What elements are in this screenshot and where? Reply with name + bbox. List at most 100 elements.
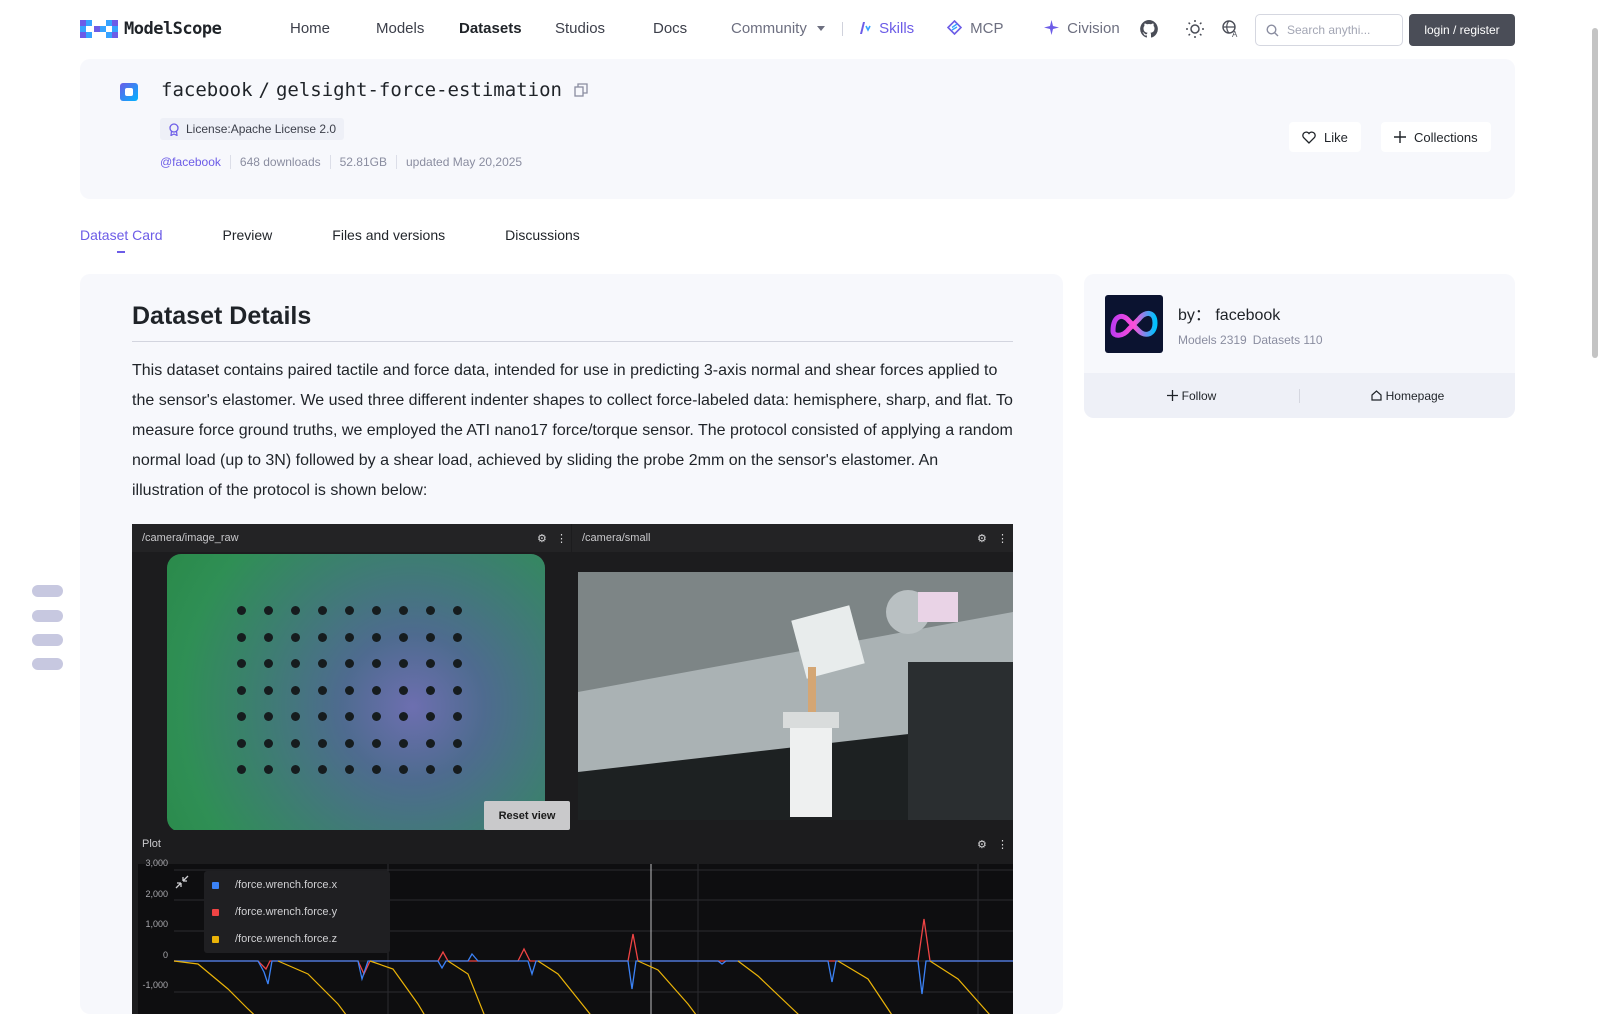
- nav-studios[interactable]: Studios: [555, 20, 605, 37]
- marker-dot: [237, 632, 246, 642]
- nav-datasets[interactable]: Datasets: [459, 20, 522, 37]
- facebook-avatar[interactable]: [1105, 295, 1163, 353]
- marker-dot: [318, 659, 327, 668]
- collections-label: Collections: [1414, 129, 1478, 145]
- y-tick-label: 0: [162, 950, 168, 960]
- marker-dot: [399, 606, 408, 615]
- license-text: License:Apache License 2.0: [186, 122, 337, 136]
- description-paragraph: This dataset contains paired tactile and…: [132, 362, 1013, 499]
- marker-dot: [264, 738, 273, 748]
- legend-label: /force.wrench.force.x: [235, 879, 338, 891]
- y-tick-label: 1,000: [145, 919, 168, 929]
- modelscope-logo[interactable]: ModelScope: [80, 17, 222, 41]
- marker-dot: [237, 765, 246, 774]
- marker-dot: [264, 765, 273, 774]
- marker-dot: [453, 738, 462, 748]
- tab-files-and-versions[interactable]: Files and versions: [332, 227, 445, 243]
- dataset-card-content: Dataset Details This dataset contains pa…: [80, 274, 1063, 1014]
- marker-dot: [318, 685, 327, 695]
- marker-dot: [372, 632, 381, 642]
- marker-dot: [345, 685, 354, 695]
- language-icon[interactable]: A: [1221, 19, 1241, 39]
- marker-dot: [372, 765, 381, 774]
- panel-header-camera-small: /camera/small: [572, 524, 1013, 552]
- marker-dot: [426, 765, 435, 774]
- theme-sun-icon[interactable]: [1185, 19, 1205, 39]
- legend-swatch: [212, 881, 219, 889]
- dataset-owner[interactable]: facebook: [161, 79, 253, 101]
- dataset-size: 52.81GB: [329, 155, 396, 169]
- mcp-icon: [946, 19, 963, 36]
- panel-title-camera-small: /camera/small: [582, 532, 651, 544]
- marker-dot: [291, 712, 300, 721]
- search-input[interactable]: [1287, 23, 1387, 37]
- legend-swatch: [212, 908, 219, 916]
- floating-nav-pill[interactable]: [32, 658, 63, 670]
- marker-dot: [399, 659, 408, 668]
- homepage-button[interactable]: Homepage: [1300, 389, 1515, 403]
- nav-mcp[interactable]: MCP: [946, 19, 1004, 37]
- marker-dot: [426, 712, 435, 721]
- nav-community-label: Community: [731, 20, 807, 37]
- tab-dataset-card[interactable]: Dataset Card: [80, 227, 162, 253]
- legend-item: /force.wrench.force.z: [212, 933, 337, 945]
- author-name[interactable]: facebook: [1215, 307, 1280, 324]
- top-navbar: ModelScope Home Models Datasets Studios …: [0, 0, 1600, 58]
- owner-link[interactable]: @facebook: [160, 155, 230, 169]
- more-vertical-icon: ⋮: [997, 839, 1008, 851]
- nav-civision-label: Civision: [1067, 20, 1120, 37]
- like-button[interactable]: Like: [1289, 122, 1361, 152]
- skills-icon: [860, 22, 871, 34]
- panel-header-image-raw: /camera/image_raw: [132, 524, 571, 552]
- marker-dot: [453, 632, 462, 642]
- copy-icon[interactable]: [574, 83, 588, 97]
- nav-community[interactable]: Community: [731, 20, 826, 37]
- panel-title-plot: Plot: [142, 838, 161, 850]
- tab-preview[interactable]: Preview: [222, 227, 272, 243]
- updated-date: updated May 20,2025: [396, 155, 531, 169]
- marker-dot: [237, 606, 246, 615]
- logo-text: ModelScope: [124, 19, 222, 39]
- marker-dot: [264, 606, 273, 615]
- marker-dot: [345, 632, 354, 642]
- nav-skills[interactable]: Skills: [857, 20, 914, 37]
- marker-dot: [453, 659, 462, 668]
- floating-nav-pill[interactable]: [32, 585, 63, 597]
- floating-nav-pill[interactable]: [32, 634, 63, 646]
- home-icon: [1371, 390, 1382, 401]
- marker-dot: [426, 632, 435, 642]
- marker-dot: [372, 712, 381, 721]
- page-scrollbar[interactable]: [1592, 28, 1598, 358]
- author-card: by： facebook Models 2319 Datasets 110 Fo…: [1084, 274, 1515, 418]
- nav-docs[interactable]: Docs: [653, 20, 687, 37]
- nav-home[interactable]: Home: [290, 20, 330, 37]
- author-models-count: Models 2319: [1178, 333, 1247, 347]
- caret-down-icon: [817, 26, 826, 32]
- by-prefix: by：: [1178, 307, 1211, 324]
- nav-civision[interactable]: Civision: [1044, 20, 1120, 37]
- collections-button[interactable]: Collections: [1381, 122, 1491, 152]
- marker-dot: [399, 632, 408, 642]
- marker-dot: [291, 632, 300, 642]
- legend-label: /force.wrench.force.y: [235, 906, 338, 918]
- tab-discussions[interactable]: Discussions: [505, 227, 580, 243]
- marker-dot: [264, 659, 273, 668]
- search-box[interactable]: [1255, 14, 1403, 46]
- license-badge[interactable]: License:Apache License 2.0: [160, 118, 345, 140]
- github-icon[interactable]: [1139, 19, 1159, 39]
- marker-dot: [318, 632, 327, 642]
- legend-item: /force.wrench.force.y: [212, 906, 337, 918]
- nav-divider: [842, 22, 843, 36]
- legend-label: /force.wrench.force.z: [235, 933, 338, 945]
- title-separator: /: [258, 79, 270, 101]
- more-vertical-icon: ⋮: [997, 533, 1008, 545]
- marker-dot: [318, 765, 327, 774]
- nav-models[interactable]: Models: [376, 20, 424, 37]
- floating-nav-pill[interactable]: [32, 610, 63, 622]
- follow-button[interactable]: Follow: [1084, 389, 1299, 403]
- marker-dot: [237, 659, 246, 668]
- search-icon: [1266, 23, 1279, 36]
- login-register-button[interactable]: login / register: [1409, 14, 1515, 46]
- marker-dot: [453, 712, 462, 721]
- marker-dot: [399, 712, 408, 721]
